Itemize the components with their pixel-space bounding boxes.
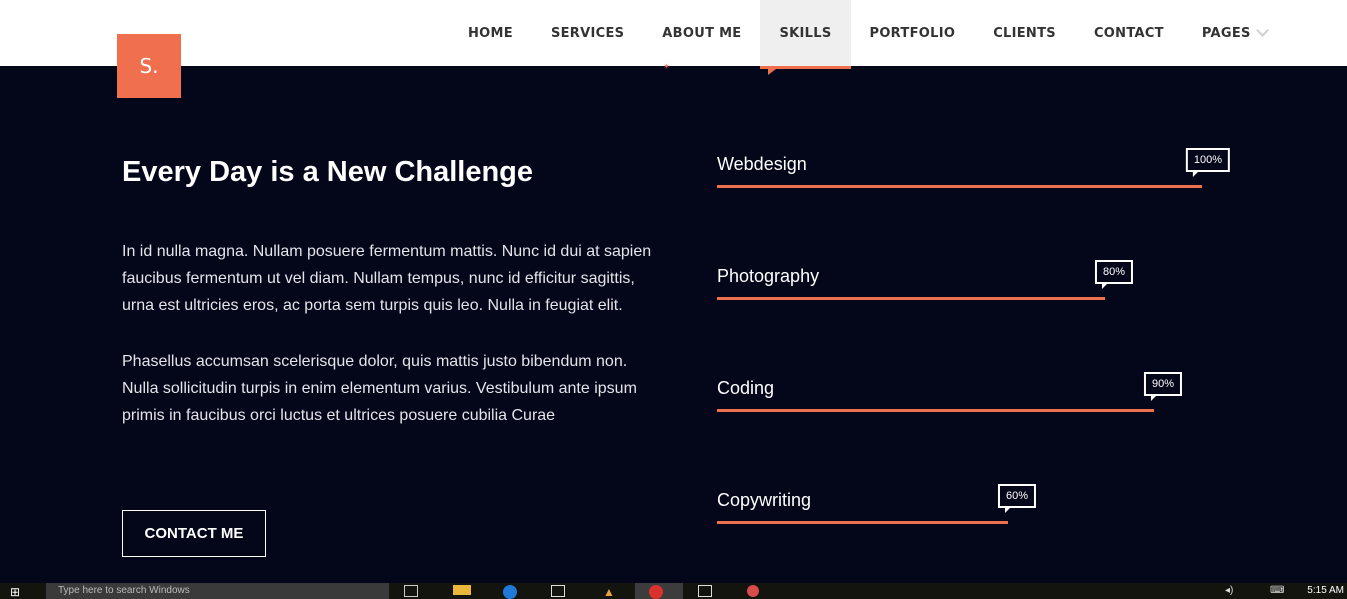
terminal-icon[interactable] [698, 585, 712, 597]
file-explorer-icon[interactable] [453, 585, 471, 595]
pencil-app-icon[interactable]: ▲ [603, 585, 617, 599]
taskbar-clock[interactable]: 5:15 AM [1307, 585, 1344, 596]
skill-label: Photography [717, 266, 820, 286]
section-title: Every Day is a New Challenge [122, 156, 534, 188]
nav-contact-label: CONTACT [1093, 25, 1164, 41]
skill-bar [717, 521, 1008, 524]
skill-percent-badge: 90% [1143, 372, 1182, 401]
store-icon[interactable] [551, 585, 565, 597]
windows-start-icon[interactable]: ⊞ [10, 585, 28, 599]
main-nav: HOME SERVICES ABOUT ME SKILLS PORTFOLIO … [449, 0, 1286, 75]
nav-skills-label: SKILLS [779, 25, 832, 41]
nav-about-me-label: ABOUT ME [662, 25, 742, 41]
spark-icon: ✶ [663, 62, 670, 71]
nav-pages-label: PAGES [1201, 25, 1251, 41]
nav-services[interactable]: SERVICES [532, 0, 643, 66]
nav-skills[interactable]: SKILLS [760, 0, 851, 75]
nav-clients[interactable]: CLIENTS [974, 0, 1075, 66]
nav-contact[interactable]: CONTACT [1075, 0, 1183, 66]
skill-label: Coding [717, 378, 775, 398]
volume-icon[interactable]: ◂) [1225, 585, 1239, 599]
site-header: HOME SERVICES ABOUT ME SKILLS PORTFOLIO … [0, 0, 1347, 75]
skill-bar [717, 409, 1154, 412]
nav-portfolio[interactable]: PORTFOLIO [851, 0, 975, 66]
skill-percent-badge: 60% [997, 484, 1036, 513]
nav-clients-label: CLIENTS [993, 25, 1056, 41]
intro-paragraph-2: Phasellus accumsan scelerisque dolor, qu… [122, 353, 637, 424]
nav-home-label: HOME [468, 25, 513, 41]
skill-percent-badge: 100% [1185, 148, 1230, 177]
paint-app-icon[interactable] [747, 585, 759, 597]
nav-about-me[interactable]: ABOUT ME [643, 0, 760, 66]
intro-paragraph-1: In id nulla magna. Nullam posuere fermen… [122, 243, 652, 314]
edge-browser-icon[interactable] [503, 585, 517, 599]
nav-portfolio-label: PORTFOLIO [869, 25, 956, 41]
task-view-icon[interactable] [404, 585, 418, 597]
os-taskbar: ⊞ Type here to search Windows ▲ ◂) ⌨ 5:1… [0, 583, 1347, 599]
nav-services-label: SERVICES [550, 25, 625, 41]
logo[interactable]: S. [117, 34, 181, 98]
skill-label: Copywriting [717, 490, 812, 510]
skill-bar [717, 185, 1202, 188]
skill-percent-badge: 80% [1094, 260, 1133, 289]
chevron-down-icon [1255, 23, 1269, 37]
contact-me-button[interactable]: CONTACT ME [122, 510, 266, 557]
taskbar-search-input[interactable]: Type here to search Windows [46, 583, 389, 599]
nav-home[interactable]: HOME [449, 0, 532, 66]
nav-pages[interactable]: PAGES [1183, 0, 1286, 66]
chrome-browser-icon[interactable] [649, 585, 663, 599]
skill-label: Webdesign [717, 154, 807, 174]
skill-bar [717, 297, 1105, 300]
language-icon[interactable]: ⌨ [1270, 585, 1284, 599]
